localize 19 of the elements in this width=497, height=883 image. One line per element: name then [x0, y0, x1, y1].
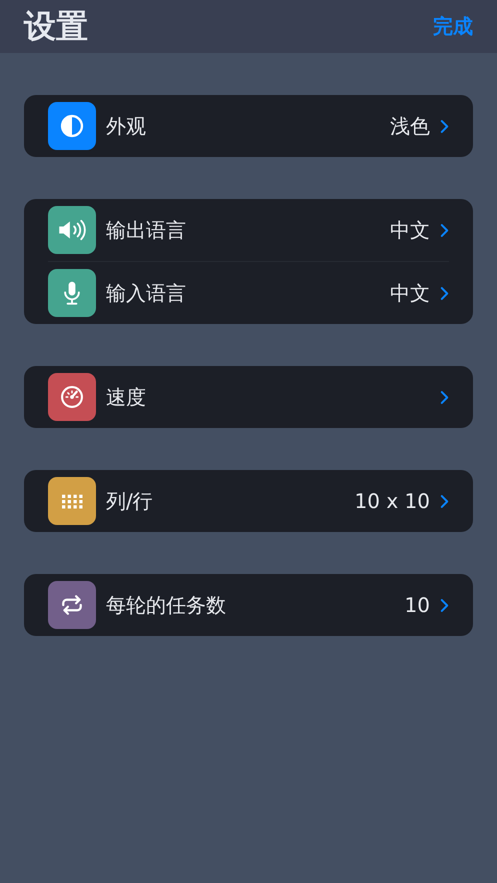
setting-label: 速度 [106, 384, 147, 410]
chevron-icon[interactable] [440, 286, 449, 300]
setting-label: 输入语言 [106, 280, 187, 306]
setting-label: 外观 [106, 112, 147, 140]
chevron-icon[interactable] [440, 118, 449, 134]
chevron-icon[interactable] [440, 222, 449, 238]
setting-value: 浅色 [390, 112, 430, 140]
setting-label: 每轮的任务数 [106, 592, 227, 618]
chevron-icon[interactable] [440, 390, 449, 404]
setting-label: 列/行 [106, 488, 154, 514]
setting-value: 10 x 10 [354, 489, 430, 513]
setting-value: 中文 [390, 216, 430, 244]
setting-value: 10 [404, 593, 430, 617]
chevron-icon[interactable] [440, 598, 449, 612]
page-title: 设置 [24, 6, 88, 46]
done-button[interactable]: 完成 [433, 13, 473, 40]
setting-label: 输出语言 [106, 216, 187, 244]
setting-value: 中文 [390, 280, 430, 306]
chevron-icon[interactable] [440, 494, 449, 508]
